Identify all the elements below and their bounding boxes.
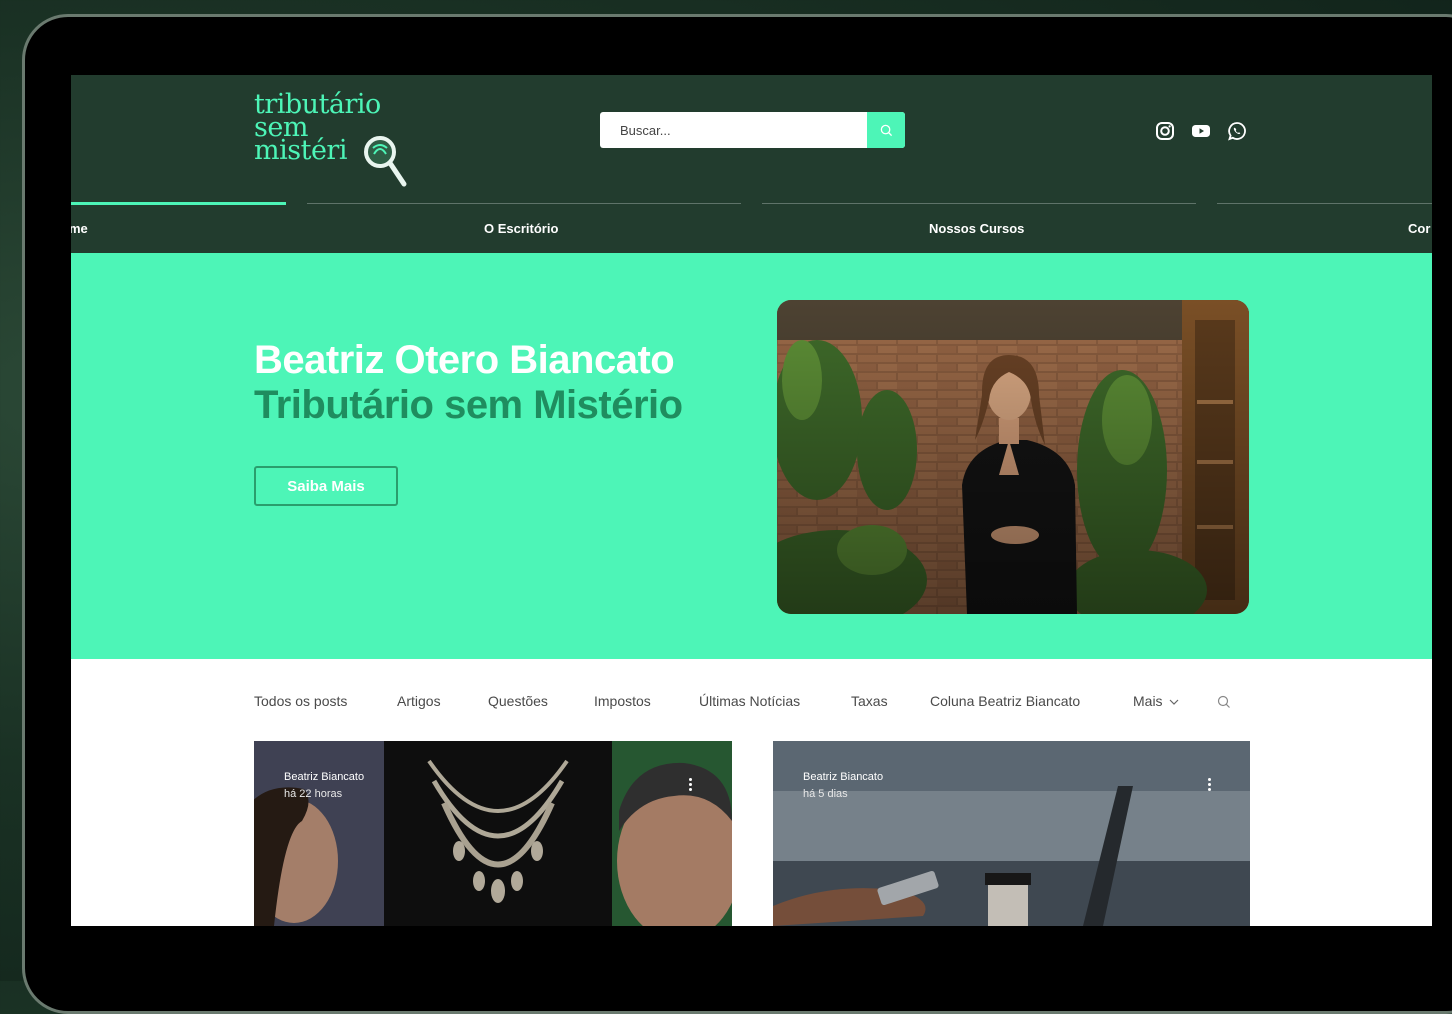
post-cover-image: [773, 741, 1250, 926]
search-icon: [880, 124, 892, 136]
category-ultimas-noticias[interactable]: Últimas Notícias: [699, 693, 800, 709]
category-todos-os-posts[interactable]: Todos os posts: [254, 693, 347, 709]
magnifier-logo-icon: [364, 136, 407, 187]
post-time: há 5 dias: [803, 788, 848, 800]
nav-item-contato[interactable]: Cor: [1408, 221, 1430, 236]
category-artigos[interactable]: Artigos: [397, 693, 441, 709]
nav-item-nossos-cursos[interactable]: Nossos Cursos: [929, 221, 1024, 236]
category-taxas[interactable]: Taxas: [851, 693, 888, 709]
blog-post-grid: Beatriz Biancato há 22 horas Beatriz Bia…: [71, 739, 1432, 926]
hero-subtitle: Tributário sem Mistério: [254, 383, 683, 427]
hero-portrait-photo: [777, 300, 1249, 614]
whatsapp-icon[interactable]: [1226, 120, 1248, 142]
more-options-icon[interactable]: [1207, 778, 1213, 796]
hero-section: Beatriz Otero Biancato Tributário sem Mi…: [71, 253, 1432, 659]
category-impostos[interactable]: Impostos: [594, 693, 651, 709]
youtube-icon[interactable]: [1190, 120, 1212, 142]
blog-category-bar: Todos os posts Artigos Questões Impostos…: [71, 659, 1432, 739]
post-card[interactable]: Beatriz Biancato há 5 dias: [773, 741, 1250, 926]
browser-viewport: tributário sem mistéri Buscar... me O Es…: [71, 75, 1432, 926]
more-options-icon[interactable]: [688, 778, 694, 796]
nav-divider: [307, 203, 741, 204]
category-coluna-beatriz-biancato[interactable]: Coluna Beatriz Biancato: [930, 693, 1080, 709]
search-bar: [600, 112, 905, 148]
post-card[interactable]: Beatriz Biancato há 22 horas: [254, 741, 732, 926]
post-time: há 22 horas: [284, 788, 343, 800]
search-button[interactable]: [867, 112, 905, 148]
category-questoes[interactable]: Questões: [488, 693, 548, 709]
nav-item-o-escritorio[interactable]: O Escritório: [484, 221, 558, 236]
category-more-label: Mais: [1133, 693, 1163, 709]
main-nav: me O Escritório Nossos Cursos Cor: [71, 202, 1432, 253]
nav-divider: [1217, 203, 1432, 204]
nav-item-home[interactable]: me: [71, 221, 88, 236]
blog-search-icon[interactable]: [1217, 695, 1231, 709]
chevron-down-icon: [1170, 699, 1179, 705]
search-input[interactable]: [600, 112, 867, 148]
instagram-icon[interactable]: [1154, 120, 1176, 142]
site-logo[interactable]: tributário sem mistéri: [254, 90, 414, 190]
hero-title: Beatriz Otero Biancato: [254, 338, 675, 382]
nav-active-indicator: [71, 202, 286, 205]
post-cover-image: [254, 741, 732, 926]
saiba-mais-button[interactable]: Saiba Mais: [254, 466, 398, 506]
nav-divider: [762, 203, 1196, 204]
post-author[interactable]: Beatriz Biancato: [803, 771, 883, 783]
logo-text-line3: mistéri: [254, 135, 347, 166]
category-more-dropdown[interactable]: Mais: [1133, 693, 1179, 709]
site-header: tributário sem mistéri Buscar... me O Es…: [71, 75, 1432, 253]
post-author[interactable]: Beatriz Biancato: [284, 771, 364, 783]
